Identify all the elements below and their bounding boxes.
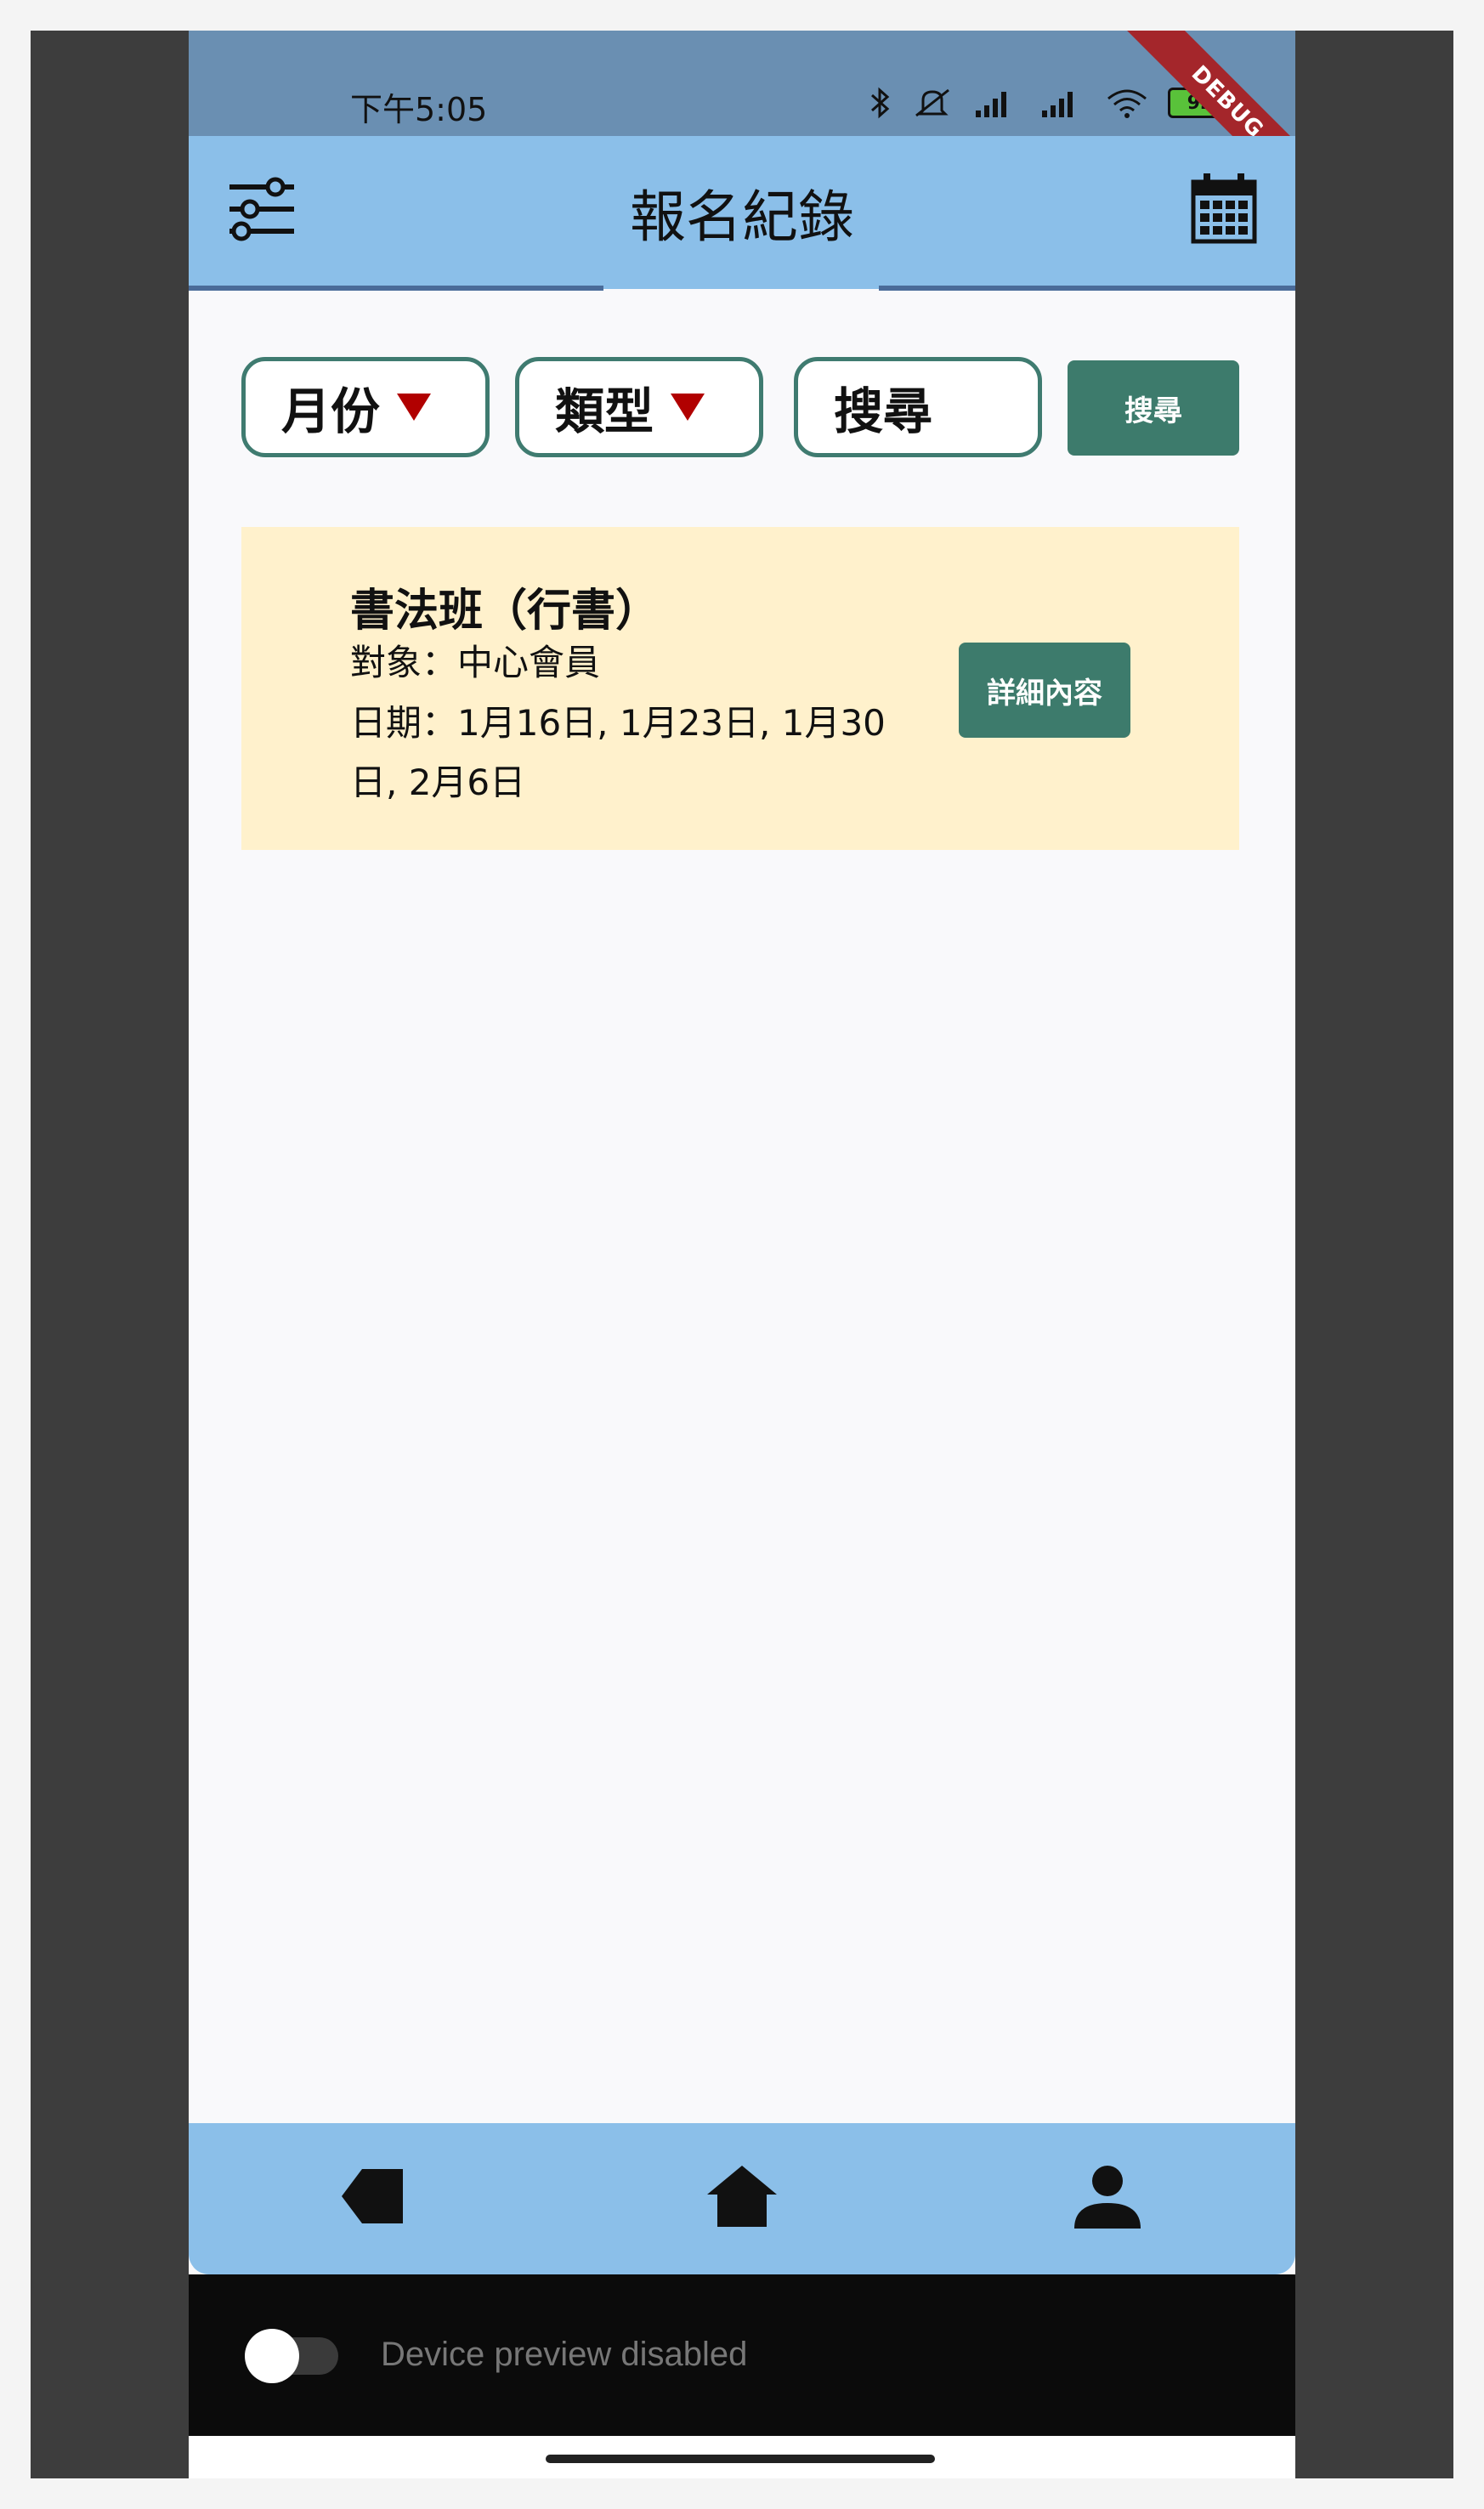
type-filter-label: 類型 <box>555 382 654 440</box>
search-input-placeholder: 搜尋 <box>834 382 933 440</box>
app-bar-divider <box>879 286 1295 291</box>
status-time: 下午5:05 <box>350 91 488 128</box>
record-dates-line: 日期：1月16日, 1月23日, 1月30 <box>350 702 886 744</box>
home-button[interactable] <box>704 2162 780 2230</box>
search-button[interactable]: 搜尋 <box>1068 360 1239 456</box>
signal-r-icon <box>976 92 1006 117</box>
phone-screen: 下午5:05 92 D <box>189 31 1295 2478</box>
calendar-button[interactable] <box>1188 170 1260 245</box>
type-filter-dropdown[interactable]: 類型 <box>515 357 763 457</box>
bottom-navigation <box>189 2123 1295 2274</box>
record-target: 對象：中心會員 <box>350 642 601 683</box>
device-preview-bar: Device preview disabled <box>189 2274 1295 2436</box>
page-title: 報名紀錄 <box>630 184 854 250</box>
dropdown-arrow-icon <box>397 394 432 421</box>
status-icons: 92 <box>869 82 1232 124</box>
record-dates: 日期：1月16日, 1月23日, 1月30 日, 2月6日 <box>350 694 928 813</box>
profile-button[interactable] <box>1069 2162 1146 2230</box>
home-indicator[interactable] <box>546 2455 935 2463</box>
profile-icon <box>1074 2166 1141 2229</box>
wifi-icon <box>1107 89 1147 118</box>
toggle-knob[interactable] <box>245 2329 299 2383</box>
detail-button[interactable]: 詳細內容 <box>959 643 1130 738</box>
status-bar: 下午5:05 92 D <box>189 31 1295 207</box>
device-preview-label: Device preview disabled <box>381 2336 748 2373</box>
search-input[interactable]: 搜尋 <box>794 357 1042 457</box>
signal-hd-icon <box>1042 92 1073 117</box>
bluetooth-icon <box>871 87 890 119</box>
record-card: 書法班（行書） 對象：中心會員 日期：1月16日, 1月23日, 1月30 日,… <box>241 527 1239 850</box>
back-button[interactable] <box>333 2162 410 2230</box>
app-bar-divider <box>189 286 603 291</box>
dropdown-arrow-icon <box>671 394 705 421</box>
record-title: 書法班（行書） <box>350 586 660 637</box>
month-filter-label: 月份 <box>281 382 381 440</box>
home-icon <box>707 2166 777 2227</box>
record-dates-line: 日, 2月6日 <box>350 762 526 803</box>
calendar-icon <box>1191 173 1257 244</box>
back-icon <box>342 2169 403 2223</box>
mute-icon <box>915 88 949 117</box>
month-filter-dropdown[interactable]: 月份 <box>241 357 490 457</box>
